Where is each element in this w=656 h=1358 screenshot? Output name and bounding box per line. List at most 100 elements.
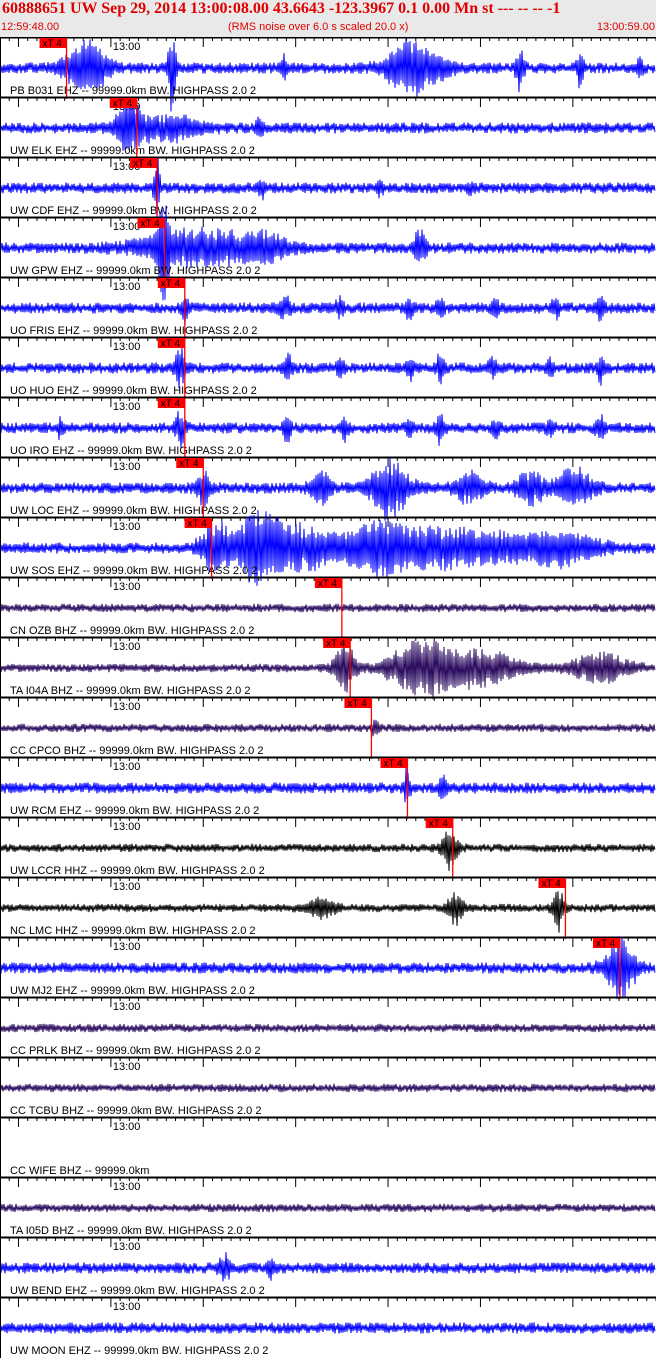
time-tick-label: 13:00 — [113, 821, 141, 833]
waveform — [0, 38, 656, 112]
waveform — [0, 348, 656, 389]
time-tick-label: 13:00 — [113, 401, 141, 413]
trace-panel: 13:00 PB B031 EHZ -- 99999.0km BW. HIGHPA… — [0, 37, 656, 112]
trace-label: UW BEND EHZ -- 99999.0km BW. HIGHPASS 2.… — [10, 1285, 265, 1297]
trace-panel: 13:00 NC LMC HHZ -- 99999.0km BW. HIGHPAS… — [0, 876, 656, 939]
waveform — [0, 295, 656, 326]
trace-panel: 13:00 UO IRO EHZ -- 99999.0km BW. HIGHPAS… — [0, 396, 656, 459]
waveform — [0, 1322, 656, 1334]
trace-panel: 13:00 CC WIFE BHZ -- 99999.0km — [0, 1116, 656, 1177]
trace-panel: 13:00 UW MOON EHZ -- 99999.0km BW. HIGHPA… — [0, 1296, 656, 1357]
time-tick-label: 13:00 — [113, 341, 141, 353]
pick-label: xT 4 — [133, 159, 153, 170]
trace-label: CN OZB BHZ -- 99999.0km BW. HIGHPASS 2.0… — [10, 625, 254, 637]
trace-panel: 13:00 CC TCBU BHZ -- 99999.0km BW. HIGHPA… — [0, 1056, 656, 1117]
time-tick-label: 13:00 — [113, 461, 141, 473]
time-tick-label: 13:00 — [113, 701, 141, 713]
trace-panel: 13:00 CN OZB BHZ -- 99999.0km BW. HIGHPAS… — [0, 576, 656, 639]
time-tick-label: 13:00 — [113, 1241, 141, 1253]
trace-label: UW GPW EHZ -- 99999.0km BW. HIGHPASS 2.0… — [10, 265, 260, 277]
trace-label: TA I05D BHZ -- 99999.0km BW. HIGHPASS 2.… — [10, 1225, 252, 1237]
trace-panel: 13:00 UW LCCR HHZ -- 99999.0km BW. HIGHPA… — [0, 816, 656, 879]
pick-label: xT 4 — [326, 639, 346, 650]
trace-panel: 13:00 UW MJ2 EHZ -- 99999.0km BW. HIGHPAS… — [0, 936, 656, 1000]
pick-label: xT 4 — [179, 459, 199, 470]
trace-label: UW ELK EHZ -- 99999.0km BW. HIGHPASS 2.0… — [10, 145, 255, 157]
waveform — [0, 1083, 656, 1093]
event-title: 60888651 UW Sep 29, 2014 13:00:08.00 43.… — [2, 0, 561, 17]
trace-label: UO HUO EHZ -- 99999.0km BW. HIGHPASS 2.0… — [10, 385, 257, 397]
trace-panel: 13:00 TA I05D BHZ -- 99999.0km BW. HIGHPA… — [0, 1176, 656, 1237]
trace-label: UW LCCR HHZ -- 99999.0km BW. HIGHPASS 2.… — [10, 865, 265, 877]
trace-label: PB B031 EHZ -- 99999.0km BW. HIGHPASS 2.… — [10, 85, 256, 97]
trace-panel: 13:00UW CDF EHZ -- 99999.0km BW. HIGHPAS… — [0, 156, 656, 220]
pick-label: xT 4 — [43, 39, 63, 50]
waveform — [0, 767, 656, 803]
time-tick-label: 13:00 — [113, 41, 141, 53]
waveform — [0, 205, 656, 301]
waveform — [0, 1252, 656, 1282]
trace-panel: 13:00 UW BEND EHZ -- 99999.0km BW. HIGHPA… — [0, 1236, 656, 1297]
trace-label: UW SOS EHZ -- 99999.0km BW. HIGHPASS 2.0… — [10, 565, 257, 577]
trace-label: UW RCM EHZ -- 99999.0km BW. HIGHPASS 2.0… — [10, 805, 259, 817]
trace-label: NC LMC HHZ -- 99999.0km BW. HIGHPASS 2.0… — [10, 925, 256, 937]
waveform — [0, 719, 656, 737]
start-time: 12:59:48.00 — [1, 21, 60, 33]
trace-label: CC CPCO BHZ -- 99999.0km BW. HIGHPASS 2.… — [10, 745, 263, 757]
waveform — [0, 1203, 656, 1213]
time-tick-label: 13:00 — [113, 641, 141, 653]
time-tick-label: 13:00 — [113, 1001, 141, 1013]
time-tick-label: 13:00 — [113, 1181, 141, 1193]
pick-label: xT 4 — [318, 579, 338, 590]
trace-label: CC WIFE BHZ -- 99999.0km — [10, 1165, 149, 1177]
time-tick-label: 13:00 — [113, 521, 141, 533]
waveform — [0, 99, 656, 151]
time-tick-label: 13:00 — [113, 941, 141, 953]
trace-label: UO FRIS EHZ -- 99999.0km BW. HIGHPASS 2.… — [10, 325, 257, 337]
rms-note: (RMS noise over 6.0 s scaled 20.0 x) — [228, 21, 409, 33]
trace-label: CC PRLK BHZ -- 99999.0km BW. HIGHPASS 2.… — [10, 1045, 260, 1057]
trace-panel: 13:00UW ELK EHZ -- 99999.0km BW. HIGHPAS… — [0, 96, 656, 159]
trace-panel: 13:00 UW GPW EHZ -- 99999.0km BW. HIGHPAS… — [0, 205, 656, 301]
pick-label: xT 4 — [383, 759, 403, 770]
time-tick-label: 13:00 — [113, 221, 141, 233]
pick-label: xT 4 — [161, 279, 181, 290]
trace-panel: 13:00 UW LOC EHZ -- 99999.0km BW. HIGHPAS… — [0, 456, 656, 521]
trace-panel: 13:00 UO HUO EHZ -- 99999.0km BW. HIGHPAS… — [0, 336, 656, 399]
trace-panel: 13:00 UW RCM EHZ -- 99999.0km BW. HIGHPAS… — [0, 756, 656, 819]
trace-panel: 13:00 CC PRLK BHZ -- 99999.0km BW. HIGHPA… — [0, 996, 656, 1057]
time-tick-label: 13:00 — [113, 281, 141, 293]
trace-label: UW CDF EHZ -- 99999.0km BW. HIGHPASS 2.0… — [10, 205, 257, 217]
trace-label: UW LOC EHZ -- 99999.0km BW. HIGHPASS 2.0… — [10, 505, 257, 517]
time-tick-label: 13:00 — [113, 761, 141, 773]
waveform — [0, 1023, 656, 1033]
pick-label: xT 4 — [113, 99, 133, 110]
seismogram-plot: 13:00 PB B031 EHZ -- 99999.0km BW. HIGHPA… — [0, 37, 656, 1358]
waveform — [0, 603, 656, 613]
time-tick-label: 13:00 — [113, 1061, 141, 1073]
pick-label: xT 4 — [596, 939, 616, 950]
pick-label: xT 4 — [188, 519, 208, 530]
pick-label: xT 4 — [429, 819, 449, 830]
pick-label: xT 4 — [347, 699, 367, 710]
trace-label: TA I04A BHZ -- 99999.0km BW. HIGHPASS 2.… — [10, 685, 250, 697]
trace-panel: 13:00 TA I04A BHZ -- 99999.0km BW. HIGHPA… — [0, 636, 656, 700]
trace-label: UW MOON EHZ -- 99999.0km BW. HIGHPASS 2.… — [10, 1345, 268, 1357]
trace-panel: 13:00 CC CPCO BHZ -- 99999.0km BW. HIGHPA… — [0, 696, 656, 759]
waveform — [0, 411, 656, 449]
trace-panel: 13:00 UW SOS EHZ -- 99999.0km BW. HIGHPAS… — [0, 510, 656, 586]
time-tick-label: 13:00 — [113, 1121, 141, 1133]
pick-label: xT 4 — [140, 219, 160, 230]
trace-label: CC TCBU BHZ -- 99999.0km BW. HIGHPASS 2.… — [10, 1105, 261, 1117]
time-tick-label: 13:00 — [113, 881, 141, 893]
pick-label: xT 4 — [161, 399, 181, 410]
time-tick-label: 13:00 — [113, 1301, 141, 1313]
pick-label: xT 4 — [161, 339, 181, 350]
trace-panel: 13:00 UO FRIS EHZ -- 99999.0km BW. HIGHPA… — [0, 276, 656, 339]
trace-label: UW MJ2 EHZ -- 99999.0km BW. HIGHPASS 2.0… — [10, 985, 255, 997]
trace-label: UO IRO EHZ -- 99999.0km BW. HIGHPASS 2.0… — [10, 445, 252, 457]
header-bar: 60888651 UW Sep 29, 2014 13:00:08.00 43.… — [0, 0, 656, 37]
pick-label: xT 4 — [541, 879, 561, 890]
time-tick-label: 13:00 — [113, 581, 141, 593]
end-time: 13:00:59.00 — [596, 21, 655, 33]
